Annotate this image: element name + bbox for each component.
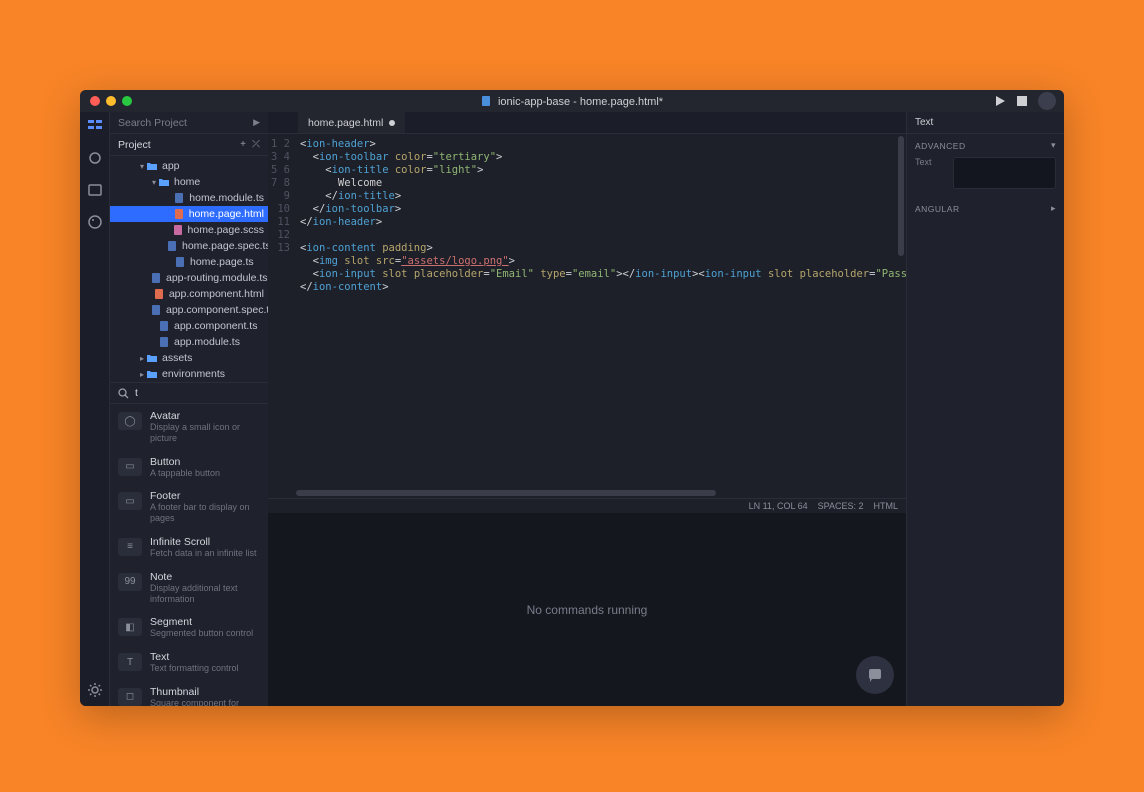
sidebar: Search Project ▶ Project +⤫ ▾app▾homehom…	[110, 112, 268, 706]
image-icon[interactable]	[87, 182, 103, 198]
editor-tabs: home.page.html	[268, 112, 906, 134]
component-item[interactable]: ▭ButtonA tappable button	[110, 450, 268, 485]
window-title: ionic-app-base - home.page.html*	[80, 95, 1064, 108]
component-item[interactable]: ◧SegmentSegmented button control	[110, 610, 268, 645]
component-item[interactable]: ≡Infinite ScrollFetch data in an infinit…	[110, 530, 268, 565]
tree-node[interactable]: app.component.ts	[110, 318, 268, 334]
design-icon[interactable]	[87, 118, 103, 134]
component-thumb-icon: ≡	[118, 538, 142, 556]
text-input[interactable]	[953, 157, 1056, 189]
app-window: ionic-app-base - home.page.html* Search …	[80, 90, 1064, 706]
file-tree: ▾app▾homehome.module.tshome.page.htmlhom…	[110, 156, 268, 382]
tree-node[interactable]: ▸assets	[110, 350, 268, 366]
tree-node[interactable]: app.component.spec.ts	[110, 302, 268, 318]
project-label: Project	[118, 139, 151, 151]
layers-icon[interactable]	[87, 150, 103, 166]
tree-node[interactable]: home.page.scss	[110, 222, 268, 238]
text-property: Text	[907, 157, 1064, 197]
document-icon	[481, 95, 491, 107]
editor-area: home.page.html 1 2 3 4 5 6 7 8 9 10 11 1…	[268, 112, 906, 706]
editor-status-bar: LN 11, COL 64 SPACES: 2 HTML	[268, 499, 906, 513]
component-item[interactable]: ◻ThumbnailSquare component for displayin…	[110, 680, 268, 706]
tree-node[interactable]: home.page.spec.ts	[110, 238, 268, 254]
stop-icon[interactable]	[1016, 95, 1028, 107]
component-item[interactable]: 99NoteDisplay additional text informatio…	[110, 565, 268, 611]
activity-bar	[80, 112, 110, 706]
code-editor[interactable]: 1 2 3 4 5 6 7 8 9 10 11 12 13 <ion-heade…	[268, 134, 906, 499]
component-item[interactable]: ▭FooterA footer bar to display on pages	[110, 484, 268, 530]
component-thumb-icon: ◻	[118, 688, 142, 706]
scrollbar-horizontal[interactable]	[296, 490, 904, 496]
tree-node[interactable]: app-routing.module.ts	[110, 270, 268, 286]
scrollbar-vertical[interactable]	[898, 136, 904, 486]
component-thumb-icon: ▭	[118, 492, 142, 510]
project-header: Project + ⤫	[110, 134, 268, 156]
add-icon[interactable]: +	[240, 139, 246, 150]
component-list: ◯AvatarDisplay a small icon or picture▭B…	[110, 404, 268, 706]
chevron-right-icon: ▶	[253, 117, 260, 128]
component-thumb-icon: ◯	[118, 412, 142, 430]
avatar[interactable]	[1038, 92, 1056, 110]
inspector-panel: Text ADVANCED ▾ Text ANGULAR ▸	[906, 112, 1064, 706]
language-mode[interactable]: HTML	[874, 501, 899, 511]
component-thumb-icon: 99	[118, 573, 142, 591]
search-project[interactable]: Search Project ▶	[110, 112, 268, 134]
component-thumb-icon: ◧	[118, 618, 142, 636]
chat-icon	[866, 666, 884, 684]
tree-node[interactable]: home.page.html	[110, 206, 268, 222]
cursor-position: LN 11, COL 64	[749, 501, 808, 511]
indent-setting[interactable]: SPACES: 2	[818, 501, 864, 511]
tree-node[interactable]: app.component.html	[110, 286, 268, 302]
section-angular[interactable]: ANGULAR ▸	[907, 197, 1064, 220]
tab-home-page-html[interactable]: home.page.html	[298, 112, 405, 133]
tree-node[interactable]: ▾app	[110, 158, 268, 174]
titlebar: ionic-app-base - home.page.html*	[80, 90, 1064, 112]
filter-input[interactable]	[135, 387, 235, 399]
palette-icon[interactable]	[87, 214, 103, 230]
line-gutter: 1 2 3 4 5 6 7 8 9 10 11 12 13	[268, 134, 296, 498]
component-item[interactable]: TTextText formatting control	[110, 645, 268, 680]
unsaved-indicator-icon	[389, 120, 395, 126]
chevron-right-icon: ▸	[1051, 203, 1056, 214]
terminal-message: No commands running	[527, 603, 648, 617]
collapse-icon[interactable]: ⤫	[252, 139, 260, 150]
inspector-title: Text	[907, 112, 1064, 134]
chevron-down-icon: ▾	[1051, 140, 1056, 151]
tree-node[interactable]: home.page.ts	[110, 254, 268, 270]
intercom-button[interactable]	[856, 656, 894, 694]
tree-node[interactable]: ▾home	[110, 174, 268, 190]
run-icon[interactable]	[994, 95, 1006, 107]
terminal-panel: No commands running	[268, 513, 906, 706]
search-icon	[118, 388, 129, 399]
component-thumb-icon: T	[118, 653, 142, 671]
tree-node[interactable]: home.module.ts	[110, 190, 268, 206]
component-item[interactable]: ◯AvatarDisplay a small icon or picture	[110, 404, 268, 450]
tree-node[interactable]: ▸environments	[110, 366, 268, 382]
settings-icon[interactable]	[87, 682, 103, 698]
component-thumb-icon: ▭	[118, 458, 142, 476]
tree-node[interactable]: app.module.ts	[110, 334, 268, 350]
code-content[interactable]: <ion-header> <ion-toolbar color="tertiar…	[296, 134, 906, 498]
section-advanced[interactable]: ADVANCED ▾	[907, 134, 1064, 157]
component-filter	[110, 382, 268, 404]
